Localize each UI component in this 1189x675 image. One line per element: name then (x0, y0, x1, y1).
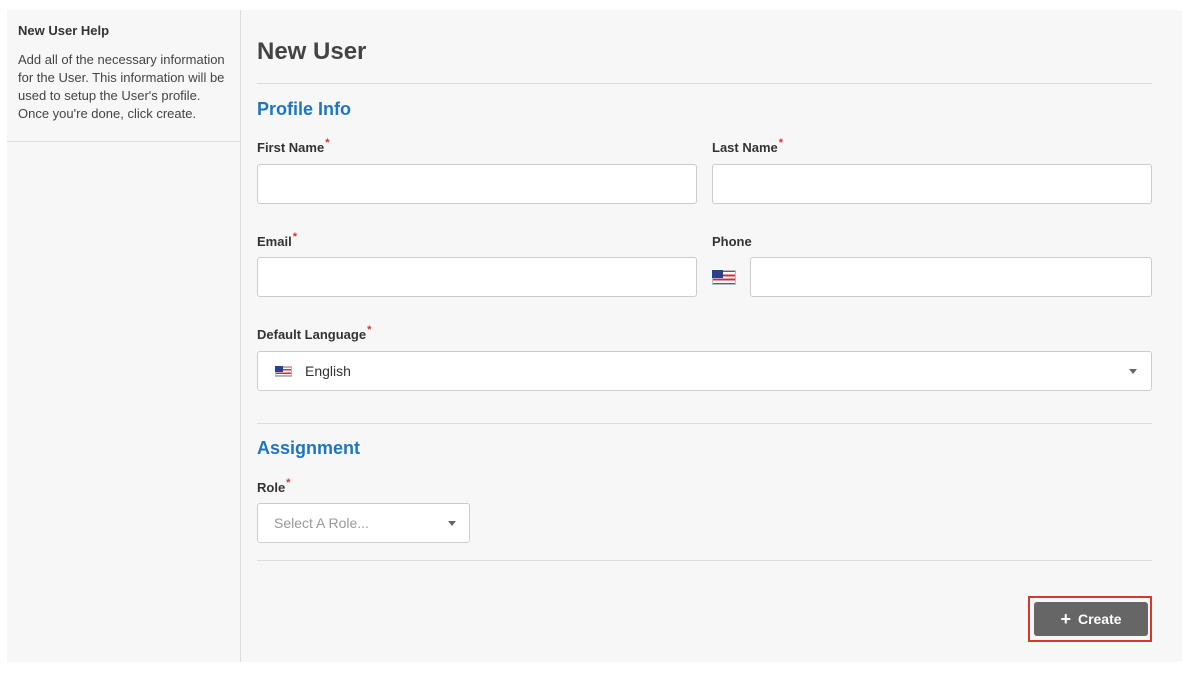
title-divider (257, 83, 1152, 84)
us-flag-icon (275, 365, 292, 377)
chevron-down-icon (448, 521, 456, 526)
help-panel: New User Help Add all of the necessary i… (7, 10, 240, 142)
required-marker: * (367, 324, 372, 336)
first-name-input[interactable] (257, 164, 697, 204)
app-window: New User Help Add all of the necessary i… (7, 10, 1182, 662)
page-title: New User (257, 38, 367, 65)
footer-divider (257, 560, 1152, 561)
sidebar: New User Help Add all of the necessary i… (7, 10, 241, 662)
help-title: New User Help (18, 23, 110, 38)
default-language-value: English (305, 363, 351, 379)
us-flag-icon[interactable] (712, 270, 736, 285)
last-name-label: Last Name* (712, 137, 784, 155)
last-name-input[interactable] (712, 164, 1152, 204)
section-divider (257, 423, 1152, 424)
email-label: Email* (257, 231, 297, 249)
required-marker: * (325, 137, 330, 149)
required-marker: * (286, 477, 291, 489)
create-button[interactable]: + Create (1034, 602, 1148, 636)
default-language-select[interactable]: English (257, 351, 1152, 391)
phone-input[interactable] (750, 257, 1152, 297)
main-content: New User Profile Info First Name* Last N… (257, 10, 1152, 662)
required-marker: * (292, 231, 297, 243)
first-name-label: First Name* (257, 137, 330, 155)
help-text: Add all of the necessary information for… (18, 52, 225, 121)
default-language-label: Default Language* (257, 324, 372, 342)
phone-label: Phone (712, 234, 752, 249)
email-input[interactable] (257, 257, 697, 297)
role-label: Role* (257, 477, 291, 495)
plus-icon: + (1060, 609, 1071, 629)
profile-section-title: Profile Info (257, 99, 351, 119)
chevron-down-icon (1129, 369, 1137, 374)
required-marker: * (778, 137, 784, 149)
role-placeholder: Select A Role... (274, 515, 369, 531)
create-button-label: Create (1077, 611, 1122, 627)
role-select[interactable]: Select A Role... (257, 503, 470, 543)
assignment-section-title: Assignment (257, 438, 361, 458)
